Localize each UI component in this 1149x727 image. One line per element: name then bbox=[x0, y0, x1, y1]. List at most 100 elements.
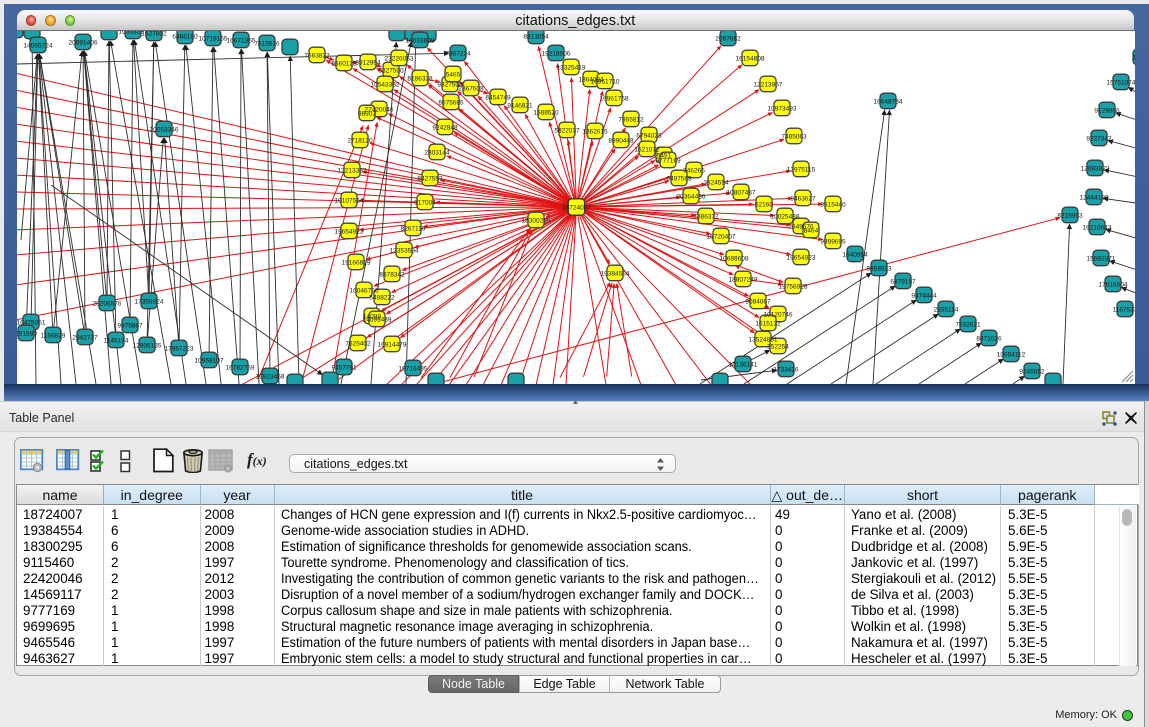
svg-text:8990448: 8990448 bbox=[608, 137, 634, 144]
svg-text:15751074: 15751074 bbox=[1106, 79, 1134, 86]
svg-text:16782759: 16782759 bbox=[225, 364, 254, 371]
svg-text:9474444: 9474444 bbox=[911, 292, 937, 299]
svg-text:8660123: 8660123 bbox=[331, 60, 357, 67]
svg-text:6466160: 6466160 bbox=[172, 33, 198, 40]
svg-text:7663822: 7663822 bbox=[304, 52, 330, 59]
svg-text:12923468: 12923468 bbox=[255, 373, 284, 380]
svg-text:746266: 746266 bbox=[683, 167, 705, 174]
svg-text:9975867: 9975867 bbox=[117, 322, 143, 329]
svg-text:15716485: 15716485 bbox=[398, 365, 427, 372]
svg-text:18807249: 18807249 bbox=[728, 276, 757, 283]
svg-text:7632621: 7632621 bbox=[955, 321, 981, 328]
svg-text:18300295: 18300295 bbox=[521, 217, 550, 224]
svg-text:10025488: 10025488 bbox=[770, 213, 799, 220]
svg-text:7485063: 7485063 bbox=[781, 133, 807, 140]
svg-text:9242848: 9242848 bbox=[432, 124, 458, 131]
svg-text:10958107: 10958107 bbox=[194, 357, 223, 364]
svg-text:18724007: 18724007 bbox=[562, 205, 591, 212]
svg-text:17957223: 17957223 bbox=[164, 345, 193, 352]
svg-text:10807487: 10807487 bbox=[726, 189, 755, 196]
svg-text:20206576: 20206576 bbox=[92, 300, 121, 307]
svg-text:1145194: 1145194 bbox=[103, 337, 128, 344]
svg-text:9146821: 9146821 bbox=[507, 102, 533, 109]
svg-text:17359924: 17359924 bbox=[134, 298, 163, 305]
svg-text:98903: 98903 bbox=[357, 110, 375, 117]
svg-text:1615132: 1615132 bbox=[755, 320, 781, 327]
svg-text:7625402: 7625402 bbox=[345, 340, 371, 347]
svg-text:17016504: 17016504 bbox=[1098, 281, 1127, 288]
svg-text:14055724: 14055724 bbox=[23, 42, 52, 49]
svg-text:16961758: 16961758 bbox=[599, 95, 628, 102]
svg-text:10654112: 10654112 bbox=[996, 351, 1025, 358]
svg-text:8464: 8464 bbox=[803, 227, 818, 234]
svg-text:15692971: 15692971 bbox=[1086, 255, 1115, 262]
svg-text:8186328: 8186328 bbox=[407, 75, 433, 82]
svg-text:16033809: 16033809 bbox=[405, 37, 434, 44]
svg-text:14136141: 14136141 bbox=[728, 361, 757, 368]
svg-text:19654923: 19654923 bbox=[786, 254, 815, 261]
svg-text:1362615: 1362615 bbox=[582, 128, 608, 135]
svg-text:252254: 252254 bbox=[767, 343, 789, 350]
svg-text:16961710: 16961710 bbox=[590, 78, 619, 85]
svg-text:19384554: 19384554 bbox=[600, 270, 629, 277]
svg-text:2367608: 2367608 bbox=[458, 85, 484, 92]
svg-text:8215953: 8215953 bbox=[1057, 212, 1083, 219]
svg-text:15720407: 15720407 bbox=[706, 233, 735, 240]
svg-text:9463627: 9463627 bbox=[790, 195, 816, 202]
svg-text:8813054: 8813054 bbox=[523, 33, 549, 40]
svg-text:2935114: 2935114 bbox=[933, 306, 958, 313]
svg-text:1527602: 1527602 bbox=[141, 31, 167, 37]
svg-text:7386372: 7386372 bbox=[693, 213, 719, 220]
svg-text:8454749: 8454749 bbox=[485, 94, 511, 101]
svg-text:1640954: 1640954 bbox=[842, 251, 868, 258]
svg-text:9327500: 9327500 bbox=[378, 67, 404, 74]
svg-text:10543382: 10543382 bbox=[370, 81, 399, 88]
svg-text:1733426: 1733426 bbox=[773, 366, 799, 373]
svg-text:1167533: 1167533 bbox=[1112, 306, 1134, 313]
svg-text:20891406: 20891406 bbox=[68, 39, 97, 46]
svg-text:9457791: 9457791 bbox=[331, 364, 357, 371]
svg-text:10719155: 10719155 bbox=[198, 35, 227, 42]
svg-text:12213382: 12213382 bbox=[337, 167, 366, 174]
svg-text:10120746: 10120746 bbox=[763, 311, 792, 318]
svg-text:7955812: 7955812 bbox=[618, 116, 644, 123]
svg-text:8267110: 8267110 bbox=[400, 225, 425, 232]
svg-text:2718120: 2718120 bbox=[347, 137, 373, 144]
svg-text:1156829: 1156829 bbox=[40, 332, 65, 339]
svg-text:13325419: 13325419 bbox=[556, 64, 585, 71]
svg-text:8878342: 8878342 bbox=[379, 271, 405, 278]
svg-text:12444190: 12444190 bbox=[1079, 194, 1108, 201]
svg-text:12213967: 12213967 bbox=[753, 81, 782, 88]
svg-text:16154808: 16154808 bbox=[735, 55, 764, 62]
svg-text:12905135: 12905135 bbox=[132, 342, 161, 349]
svg-text:9777169: 9777169 bbox=[655, 157, 681, 164]
svg-text:9899695: 9899695 bbox=[820, 238, 846, 245]
svg-text:12353594: 12353594 bbox=[389, 247, 418, 254]
svg-text:10973493: 10973493 bbox=[767, 105, 796, 112]
svg-text:5498222: 5498222 bbox=[369, 294, 395, 301]
svg-text:20053346: 20053346 bbox=[149, 126, 178, 133]
svg-text:16475061: 16475061 bbox=[17, 319, 46, 326]
svg-text:19756928: 19756928 bbox=[778, 283, 807, 290]
svg-text:16671355: 16671355 bbox=[226, 37, 255, 44]
svg-text:2803144: 2803144 bbox=[424, 149, 450, 156]
svg-text:6497568: 6497568 bbox=[666, 175, 692, 182]
svg-text:12093822: 12093822 bbox=[1080, 165, 1109, 172]
svg-text:8427552: 8427552 bbox=[417, 175, 443, 182]
svg-text:16046766: 16046766 bbox=[349, 287, 378, 294]
svg-text:3624554: 3624554 bbox=[703, 179, 729, 186]
svg-text:9084067: 9084067 bbox=[745, 298, 771, 305]
svg-text:16210643: 16210643 bbox=[1082, 224, 1111, 231]
svg-text:8958923: 8958923 bbox=[866, 265, 892, 272]
svg-text:62160: 62160 bbox=[754, 201, 772, 208]
svg-text:8912954: 8912954 bbox=[355, 59, 381, 66]
svg-text:2942737: 2942737 bbox=[72, 334, 98, 341]
svg-text:5465: 5465 bbox=[445, 71, 460, 78]
svg-text:6879197: 6879197 bbox=[890, 278, 916, 285]
svg-text:16648784: 16648784 bbox=[873, 98, 902, 105]
svg-text:2087682: 2087682 bbox=[715, 35, 741, 42]
svg-text:23226053: 23226053 bbox=[384, 55, 413, 62]
svg-text:9129966: 9129966 bbox=[1094, 107, 1120, 114]
svg-text:16914479: 16914479 bbox=[377, 341, 406, 348]
svg-text:19654923: 19654923 bbox=[334, 228, 363, 235]
